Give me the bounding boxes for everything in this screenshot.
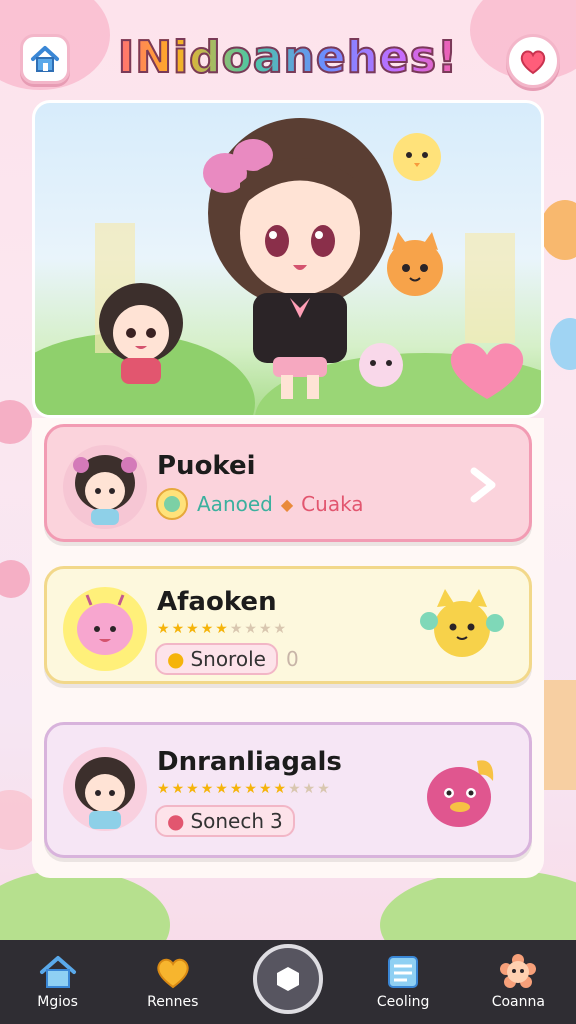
- gem-icon: ●: [167, 809, 185, 833]
- avatar: [63, 445, 147, 529]
- cat-pet-icon: [387, 232, 443, 296]
- character-card-3[interactable]: Dnranliagals ★ ★ ★ ★ ★ ★ ★ ★ ★ ★ ★ ★ ● Sonech 3: [44, 722, 532, 858]
- home-icon: [31, 46, 59, 72]
- character-name: Dnranliagals: [157, 747, 342, 777]
- nav-item-favorites[interactable]: Rennes: [128, 940, 218, 1024]
- star-icon: ★: [171, 621, 185, 637]
- nav-item-center[interactable]: [243, 940, 333, 1024]
- status-badge: ● Sonech 3: [155, 805, 295, 837]
- character-detail-2: Cuaka: [301, 492, 364, 516]
- star-icon: ★: [273, 621, 287, 637]
- nav-item-home[interactable]: Mgios: [13, 940, 103, 1024]
- nav-label: Mgios: [37, 994, 78, 1010]
- nav-label: Rennes: [147, 994, 199, 1010]
- star-icon: ★: [157, 621, 170, 637]
- star-icon: ★: [186, 781, 199, 797]
- avatar: [63, 587, 147, 671]
- nav-item-profile[interactable]: Coanna: [473, 940, 563, 1024]
- dog-pet-icon: [420, 589, 504, 657]
- center-hexagon-icon: [276, 967, 299, 991]
- star-icon: ★: [200, 781, 214, 797]
- star-icon: ★: [200, 621, 214, 637]
- star-rating: ★ ★ ★ ★ ★ ★ ★ ★ ★ ★ ★ ★: [157, 781, 330, 797]
- star-icon: ★: [215, 621, 228, 637]
- bottom-nav: Mgios Rennes Ceoling Coanna: [0, 940, 576, 1024]
- star-icon: ★: [258, 621, 272, 637]
- star-icon: ★: [157, 781, 170, 797]
- character-card-2[interactable]: Afaoken ★ ★ ★ ★ ★ ★ ★ ★ ★ ● Snorole 0: [44, 566, 532, 684]
- nav-item-notes[interactable]: Ceoling: [358, 940, 448, 1024]
- gift-icon: ◆: [280, 494, 294, 514]
- star-icon: ★: [273, 781, 287, 797]
- notebook-icon: [388, 956, 419, 988]
- star-rating: ★ ★ ★ ★ ★ ★ ★ ★ ★: [157, 621, 286, 637]
- star-icon: ★: [258, 781, 272, 797]
- star-icon: ★: [288, 781, 301, 797]
- nav-label: Ceoling: [376, 994, 430, 1010]
- star-icon: ★: [229, 781, 243, 797]
- chevron-right-icon[interactable]: [457, 459, 509, 511]
- star-icon: ★: [229, 621, 243, 637]
- status-badge: ● Snorole: [155, 643, 278, 675]
- star-icon: ★: [186, 621, 199, 637]
- creature-pet-icon: [427, 760, 494, 827]
- character-detail: Aanoed: [197, 492, 273, 516]
- app-title: INidoanehes!: [100, 35, 476, 81]
- nav-label: Coanna: [491, 994, 545, 1010]
- star-icon: ★: [302, 781, 316, 797]
- heart-icon: [520, 50, 546, 75]
- flower-face-icon: [500, 954, 537, 988]
- count-value: 0: [285, 647, 299, 671]
- star-icon: ★: [215, 781, 228, 797]
- side-character: [99, 283, 183, 384]
- character-name: Puokei: [157, 451, 256, 481]
- pet-badge-icon: [156, 488, 188, 520]
- thumb-icon: ●: [167, 647, 185, 671]
- home-icon: [39, 956, 76, 988]
- star-icon: ★: [317, 781, 330, 797]
- hero-banner: [32, 100, 544, 418]
- star-icon: ★: [244, 781, 257, 797]
- avatar: [63, 747, 147, 831]
- heart-icon: [157, 958, 189, 989]
- character-card-1[interactable]: Puokei Aanoed ◆ Cuaka: [44, 424, 532, 542]
- star-icon: ★: [171, 781, 185, 797]
- heart-blob-icon: [450, 343, 524, 399]
- bunny-pet-icon: [359, 343, 403, 387]
- home-button[interactable]: [20, 34, 70, 84]
- center-action-button[interactable]: [252, 944, 323, 1014]
- character-name: Afaoken: [157, 587, 277, 617]
- favorites-button[interactable]: [506, 34, 560, 88]
- star-icon: ★: [244, 621, 257, 637]
- chick-pet-icon: [393, 133, 441, 181]
